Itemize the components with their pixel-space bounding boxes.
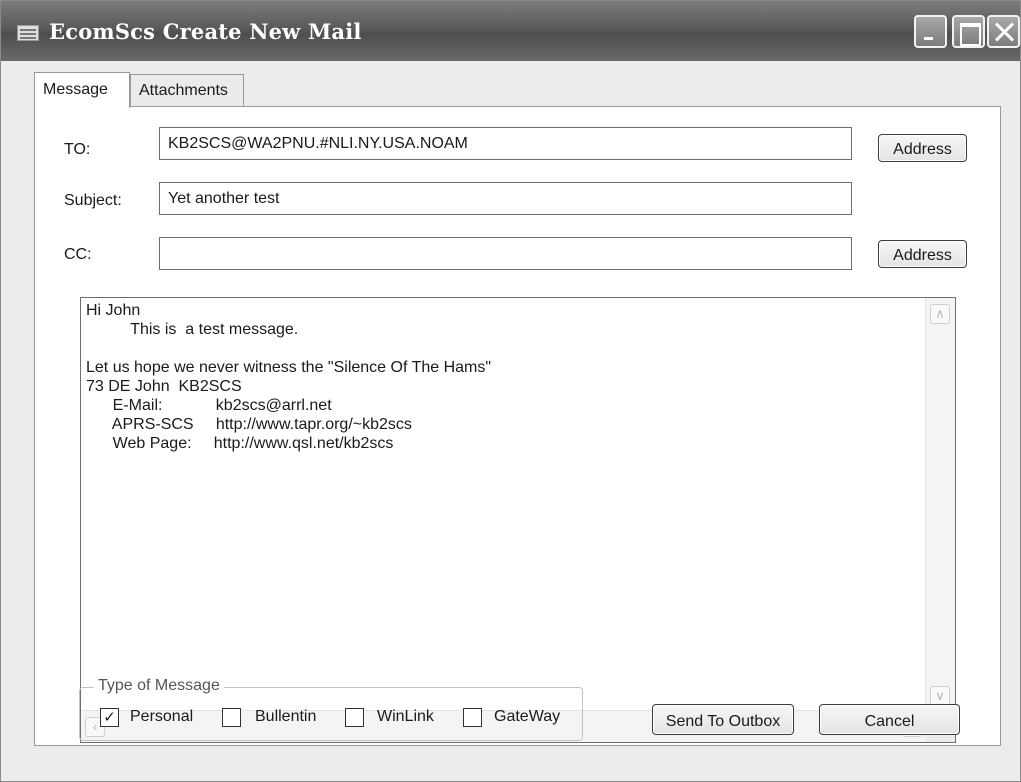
minimize-icon[interactable] [914,15,947,48]
winlink-label[interactable]: WinLink [377,708,434,726]
cc-label: CC: [64,246,92,263]
window-title: EcomScs Create New Mail [49,19,362,44]
tab-attachments[interactable]: Attachments [130,74,244,106]
cc-address-button[interactable]: Address [878,240,967,268]
bulletin-checkbox[interactable] [222,708,241,727]
personal-checkbox[interactable]: ✓ [100,708,119,727]
personal-label[interactable]: Personal [130,708,193,726]
create-mail-window: EcomScs Create New Mail Message Attachme… [0,0,1021,782]
winlink-checkbox[interactable] [345,708,364,727]
cc-field[interactable] [159,237,852,270]
scroll-up-icon[interactable]: ∧ [930,304,950,324]
gateway-label[interactable]: GateWay [494,708,560,726]
send-to-outbox-button[interactable]: Send To Outbox [652,704,794,735]
scroll-down-icon[interactable]: ∨ [930,686,950,706]
subject-field[interactable]: Yet another test [159,182,852,215]
message-type-legend: Type of Message [94,677,224,695]
app-window-icon[interactable] [17,25,39,41]
title-bar[interactable]: EcomScs Create New Mail [1,1,1020,61]
gateway-checkbox[interactable] [463,708,482,727]
message-body-text: Hi John This is a test message. Let us h… [86,302,492,452]
close-icon[interactable] [987,15,1020,48]
message-type-group: Type of Message ✓ Personal Bullentin Win… [79,677,583,741]
cancel-button[interactable]: Cancel [819,704,960,735]
message-tab-panel: TO: KB2SCS@WA2PNU.#NLI.NY.USA.NOAM Addre… [34,106,1001,746]
tab-message[interactable]: Message [34,72,130,108]
to-label: TO: [64,141,91,158]
maximize-icon[interactable] [952,15,985,48]
to-field[interactable]: KB2SCS@WA2PNU.#NLI.NY.USA.NOAM [159,127,852,160]
to-address-button[interactable]: Address [878,134,967,162]
subject-label: Subject: [64,192,122,209]
bulletin-label[interactable]: Bullentin [255,708,316,726]
vertical-scrollbar[interactable]: ∧ ∨ [925,298,955,710]
